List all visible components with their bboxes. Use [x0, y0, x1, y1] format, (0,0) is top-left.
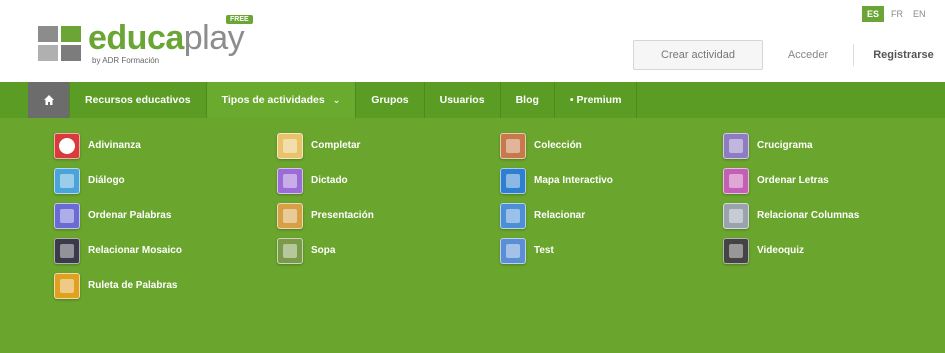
main-nav: Recursos educativos Tipos de actividades… [0, 82, 945, 118]
nav-item-label: Usuarios [439, 94, 485, 106]
activity-item-ruleta-de-palabras[interactable]: Ruleta de Palabras [54, 268, 277, 303]
activity-item-relacionar-columnas[interactable]: Relacionar Columnas [723, 198, 934, 233]
crossword-icon [723, 132, 749, 159]
activity-label: Relacionar Columnas [757, 210, 860, 221]
activity-label: Ruleta de Palabras [88, 280, 178, 291]
activity-label: Relacionar Mosaico [88, 245, 182, 256]
word-roulette-icon [54, 272, 80, 299]
activity-label: Ordenar Letras [757, 175, 829, 186]
activity-item-ordenar-letras[interactable]: Ordenar Letras [723, 163, 934, 198]
activity-item-adivinanza[interactable]: Adivinanza [54, 128, 277, 163]
nav-item-label: Tipos de actividades [221, 94, 325, 106]
activity-item-relacionar[interactable]: Relacionar [500, 198, 723, 233]
activity-item-mapa-interactivo[interactable]: Mapa Interactivo [500, 163, 723, 198]
logo-word-play: play [183, 19, 245, 57]
nav-item-blog[interactable]: Blog [501, 82, 555, 118]
dialogue-icon [54, 167, 80, 194]
login-link[interactable]: Acceder [770, 40, 846, 70]
nav-item-label: Grupos [371, 94, 409, 106]
riddle-icon [54, 132, 80, 159]
nav-item-recursos[interactable]: Recursos educativos [70, 82, 207, 118]
activity-types-dropdown: Adivinanza Completar Colección Crucigram… [0, 118, 945, 353]
complete-icon [277, 132, 303, 159]
free-badge: FREE [226, 15, 253, 24]
logo-wordmark: educaplay [88, 18, 245, 58]
activity-item-crucigrama[interactable]: Crucigrama [723, 128, 934, 163]
header-divider [853, 44, 854, 66]
activity-label: Presentación [311, 210, 374, 221]
match-columns-icon [723, 202, 749, 229]
activity-label: Colección [534, 140, 582, 151]
nav-item-label: Recursos educativos [85, 94, 191, 106]
dictation-icon [277, 167, 303, 194]
create-activity-button[interactable]: Crear actividad [633, 40, 763, 70]
activity-item-ordenar-palabras[interactable]: Ordenar Palabras [54, 198, 277, 233]
activity-item-coleccion[interactable]: Colección [500, 128, 723, 163]
activity-item-test[interactable]: Test [500, 233, 723, 268]
logo-mark-icon [38, 26, 82, 62]
lang-es[interactable]: ES [862, 6, 885, 22]
lang-fr[interactable]: FR [888, 6, 906, 22]
activity-label: Completar [311, 140, 361, 151]
nav-item-tipos[interactable]: Tipos de actividades ⌄ [206, 82, 357, 118]
logo-subtitle: by ADR Formación [92, 56, 160, 65]
nav-item-grupos[interactable]: Grupos [356, 82, 425, 118]
logo-word-edu: educa [88, 19, 184, 57]
nav-item-label: Blog [515, 94, 539, 106]
activity-label: Adivinanza [88, 140, 141, 151]
activity-item-presentacion[interactable]: Presentación [277, 198, 500, 233]
activity-item-sopa[interactable]: Sopa [277, 233, 500, 268]
chevron-down-icon: ⌄ [332, 94, 341, 105]
language-switcher: ES FR EN [862, 6, 929, 22]
order-letters-icon [723, 167, 749, 194]
site-header: educaplay FREE by ADR Formación ES FR EN… [0, 0, 945, 80]
collection-icon [500, 132, 526, 159]
activity-label: Sopa [311, 245, 336, 256]
presentation-icon [277, 202, 303, 229]
activity-grid: Adivinanza Completar Colección Crucigram… [54, 128, 934, 303]
activity-item-relacionar-mosaico[interactable]: Relacionar Mosaico [54, 233, 277, 268]
activity-label: Videoquiz [757, 245, 805, 256]
nav-home-button[interactable] [28, 82, 70, 118]
activity-item-videoquiz[interactable]: Videoquiz [723, 233, 934, 268]
activity-label: Mapa Interactivo [534, 175, 613, 186]
order-words-icon [54, 202, 80, 229]
nav-item-label: • Premium [569, 94, 622, 106]
activity-item-dialogo[interactable]: Diálogo [54, 163, 277, 198]
interactive-map-icon [500, 167, 526, 194]
lang-en[interactable]: EN [910, 6, 929, 22]
activity-label: Diálogo [88, 175, 125, 186]
register-link[interactable]: Registrarse [862, 40, 945, 70]
activity-label: Relacionar [534, 210, 586, 221]
test-icon [500, 237, 526, 264]
activity-label: Test [534, 245, 554, 256]
activity-label: Ordenar Palabras [88, 210, 172, 221]
videoquiz-icon [723, 237, 749, 264]
match-icon [500, 202, 526, 229]
home-icon [43, 95, 54, 105]
nav-item-usuarios[interactable]: Usuarios [425, 82, 501, 118]
activity-item-dictado[interactable]: Dictado [277, 163, 500, 198]
activity-label: Crucigrama [757, 140, 813, 151]
word-search-icon [277, 237, 303, 264]
nav-item-premium[interactable]: • Premium [555, 82, 638, 118]
activity-item-completar[interactable]: Completar [277, 128, 500, 163]
activity-label: Dictado [311, 175, 348, 186]
match-mosaic-icon [54, 237, 80, 264]
